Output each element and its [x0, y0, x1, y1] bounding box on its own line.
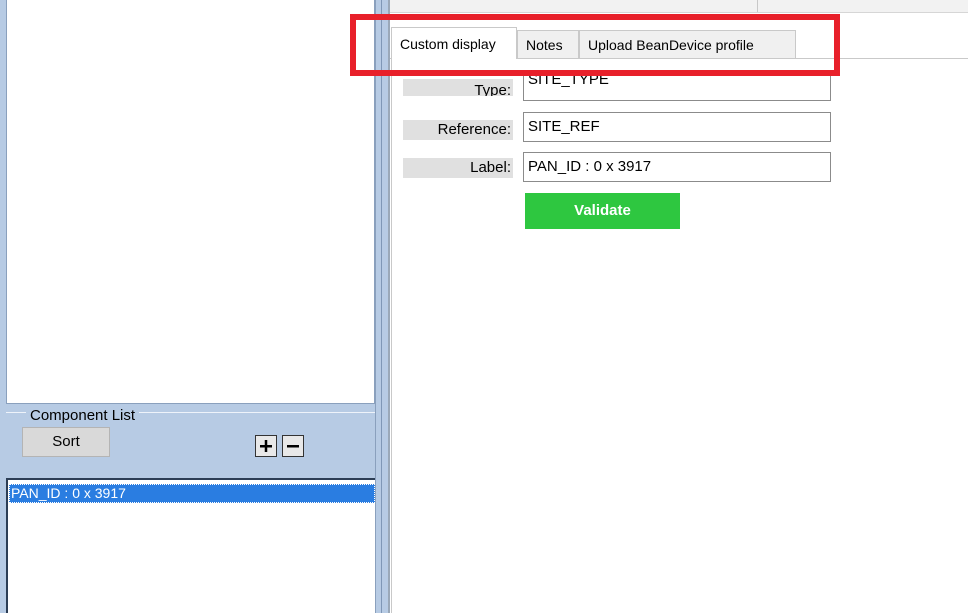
reference-label: Reference: — [403, 120, 513, 140]
remove-component-button[interactable] — [282, 435, 304, 457]
splitter-line — [381, 0, 382, 613]
label-label: Label: — [403, 158, 513, 178]
plus-icon — [260, 440, 272, 452]
top-toolbar-strip — [390, 0, 968, 13]
list-item[interactable]: PAN_ID : 0 x 3917 — [9, 484, 375, 503]
component-list-title: Component List — [26, 407, 140, 424]
highlight-box — [350, 14, 840, 76]
type-label: Type: — [403, 79, 513, 96]
add-component-button[interactable] — [255, 435, 277, 457]
reference-field[interactable]: SITE_REF — [523, 112, 831, 142]
left-top-panel — [6, 0, 375, 404]
tab-body-border — [391, 58, 392, 613]
validate-button[interactable]: Validate — [525, 193, 680, 229]
label-field[interactable]: PAN_ID : 0 x 3917 — [523, 152, 831, 182]
toolbar-separator — [757, 0, 758, 12]
sort-button[interactable]: Sort — [22, 427, 110, 457]
minus-icon — [287, 445, 299, 448]
